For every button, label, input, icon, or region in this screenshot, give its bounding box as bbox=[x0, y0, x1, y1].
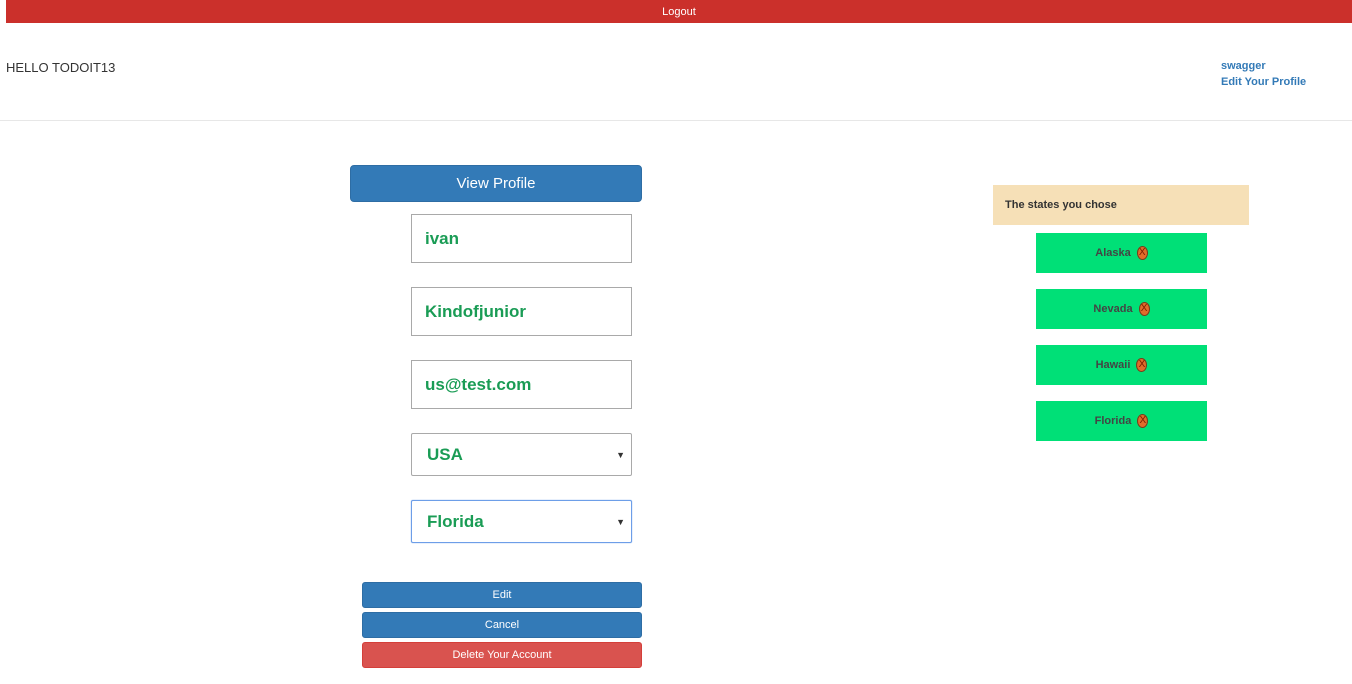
remove-icon[interactable]: X bbox=[1136, 246, 1148, 260]
chevron-down-icon: ▼ bbox=[616, 516, 625, 527]
state-item-alaska: Alaska X bbox=[1036, 233, 1207, 273]
last-name-field[interactable]: Kindofjunior bbox=[411, 287, 632, 336]
state-item-hawaii: Hawaii X bbox=[1036, 345, 1207, 385]
greeting-text: HELLO TODOIT13 bbox=[6, 60, 116, 75]
edit-profile-link[interactable]: Edit Your Profile bbox=[1221, 74, 1306, 90]
logout-button[interactable]: Logout bbox=[6, 0, 1352, 23]
country-select[interactable]: USA ▼ bbox=[411, 433, 632, 476]
country-select-value: USA bbox=[427, 444, 463, 464]
state-item-nevada: Nevada X bbox=[1036, 289, 1207, 329]
remove-icon[interactable]: X bbox=[1138, 302, 1150, 316]
swagger-link[interactable]: swagger bbox=[1221, 58, 1306, 74]
states-panel-header: The states you chose bbox=[993, 185, 1249, 225]
first-name-field[interactable]: ivan bbox=[411, 214, 632, 263]
state-item-label: Hawaii bbox=[1095, 359, 1131, 371]
state-item-florida: Florida X bbox=[1036, 401, 1207, 441]
remove-icon[interactable]: X bbox=[1137, 414, 1149, 428]
state-item-label: Alaska bbox=[1095, 247, 1131, 259]
state-select-value: Florida bbox=[427, 511, 484, 531]
header-divider bbox=[0, 120, 1352, 121]
state-select[interactable]: Florida ▼ bbox=[411, 500, 632, 543]
chevron-down-icon: ▼ bbox=[616, 449, 625, 460]
state-item-label: Florida bbox=[1094, 415, 1132, 427]
email-field[interactable]: us@test.com bbox=[411, 360, 632, 409]
delete-account-button[interactable]: Delete Your Account bbox=[362, 642, 642, 668]
remove-icon[interactable]: X bbox=[1136, 358, 1148, 372]
edit-button[interactable]: Edit bbox=[362, 582, 642, 608]
cancel-button[interactable]: Cancel bbox=[362, 612, 642, 638]
state-item-label: Nevada bbox=[1093, 303, 1133, 315]
top-links: swagger Edit Your Profile bbox=[1221, 58, 1306, 90]
view-profile-button[interactable]: View Profile bbox=[350, 165, 642, 202]
